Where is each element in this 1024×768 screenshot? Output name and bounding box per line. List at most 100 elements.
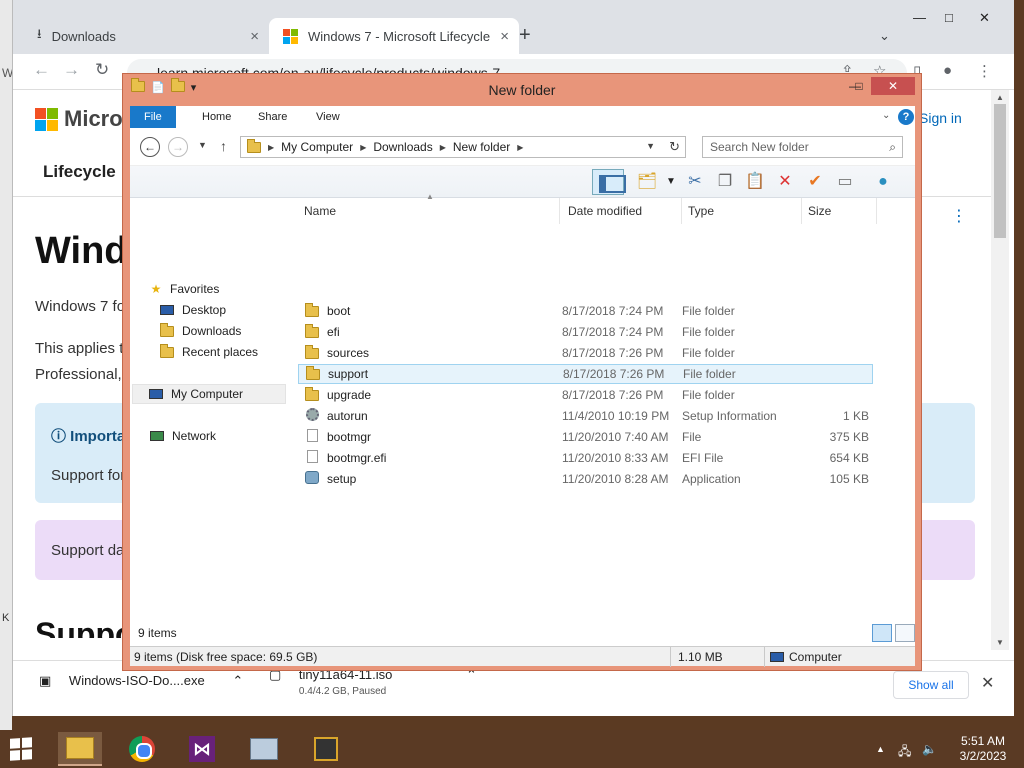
- table-row[interactable]: efi 8/17/2018 7:24 PM File folder: [298, 322, 873, 342]
- file-name: upgrade: [327, 388, 372, 402]
- tab-downloads[interactable]: ⭳ Downloads ×: [23, 18, 269, 54]
- close-download-bar-button[interactable]: ✕: [981, 673, 994, 693]
- breadcrumb-separator[interactable]: ▶: [268, 143, 274, 152]
- volume-icon[interactable]: 🔈: [922, 742, 937, 756]
- breadcrumb-separator[interactable]: ▶: [360, 143, 366, 152]
- tab-windows7[interactable]: Windows 7 - Microsoft Lifecycle ×: [269, 18, 519, 54]
- nav-item-my-computer[interactable]: My Computer: [132, 384, 286, 404]
- large-icons-view-icon[interactable]: [895, 624, 915, 642]
- chevron-up-icon[interactable]: ⌃: [232, 673, 243, 688]
- tab-file[interactable]: File: [130, 106, 176, 128]
- table-row[interactable]: bootmgr 11/20/2010 7:40 AM File 375 KB: [298, 427, 873, 447]
- table-row[interactable]: bootmgr.efi 11/20/2010 8:33 AM EFI File …: [298, 448, 873, 468]
- download-item[interactable]: ▣ Windows-ISO-Do....exe ⌃: [39, 673, 243, 689]
- address-bar[interactable]: ▶ My Computer ▶ Downloads ▶ New folder ▶…: [240, 136, 686, 158]
- maximize-button[interactable]: □: [847, 77, 871, 95]
- new-tab-button[interactable]: +: [519, 24, 531, 47]
- back-button[interactable]: ←: [33, 60, 50, 80]
- tab-home[interactable]: Home: [188, 106, 245, 128]
- scroll-thumb[interactable]: [994, 104, 1006, 238]
- column-header-size[interactable]: Size: [802, 198, 877, 224]
- tab-close-button[interactable]: ×: [500, 28, 509, 45]
- system-clock[interactable]: 5:51 AM 3/2/2023: [948, 734, 1018, 764]
- network-icon[interactable]: 🖧: [898, 742, 911, 763]
- back-button[interactable]: ←: [140, 137, 160, 157]
- delete-icon[interactable]: ✕: [772, 171, 798, 193]
- search-input[interactable]: Search New folder ⌕: [702, 136, 903, 158]
- recent-locations-icon[interactable]: ▼: [198, 140, 207, 150]
- tab-view[interactable]: View: [302, 106, 354, 128]
- up-arrow-icon[interactable]: ↑: [220, 138, 227, 154]
- table-row[interactable]: sources 8/17/2018 7:26 PM File folder: [298, 343, 873, 363]
- globe-icon[interactable]: ●: [870, 171, 896, 193]
- nav-item-recent-places[interactable]: Recent places: [160, 343, 258, 359]
- scroll-up-icon[interactable]: ▲: [996, 93, 1004, 102]
- chevron-down-icon[interactable]: ▼: [646, 141, 655, 151]
- tab-close-button[interactable]: ×: [250, 28, 259, 45]
- column-header-type[interactable]: Type: [682, 198, 802, 224]
- file-type: File folder: [682, 304, 735, 318]
- table-row[interactable]: setup 11/20/2010 8:28 AM Application 105…: [298, 469, 873, 489]
- start-button[interactable]: [10, 737, 32, 761]
- page-scrollbar[interactable]: ▲ ▼: [991, 90, 1009, 650]
- maximize-button[interactable]: □: [945, 10, 953, 25]
- more-options-icon[interactable]: ⋮: [951, 206, 967, 226]
- nav-item-favorites[interactable]: ★ Favorites: [148, 282, 220, 296]
- search-icon[interactable]: ⌕: [889, 137, 896, 157]
- column-header-date[interactable]: Date modified: [562, 198, 682, 224]
- taskbar-task-manager[interactable]: [242, 732, 286, 766]
- reload-button[interactable]: ↻: [95, 60, 109, 80]
- sign-in-link[interactable]: Sign in: [919, 110, 962, 126]
- refresh-icon[interactable]: ↻: [669, 139, 680, 155]
- file-date: 8/17/2018 7:26 PM: [562, 388, 664, 402]
- breadcrumb-new-folder[interactable]: New folder: [453, 140, 510, 154]
- breadcrumb-my-computer[interactable]: My Computer: [281, 140, 353, 154]
- downloads-folder-icon: [160, 322, 174, 337]
- cut-icon[interactable]: ✂: [682, 171, 708, 193]
- section-title[interactable]: Lifecycle: [43, 162, 116, 182]
- expand-ribbon-icon[interactable]: ⌄: [882, 110, 890, 121]
- taskbar-chrome[interactable]: [120, 732, 164, 766]
- desktop-icon: [160, 305, 174, 315]
- minimize-button[interactable]: —: [913, 10, 926, 25]
- taskbar-explorer[interactable]: [58, 732, 102, 766]
- scroll-down-icon[interactable]: ▼: [996, 638, 1004, 647]
- breadcrumb-downloads[interactable]: Downloads: [373, 140, 432, 154]
- tab-share[interactable]: Share: [244, 106, 301, 128]
- taskbar-archive-app[interactable]: [304, 732, 348, 766]
- column-header-name[interactable]: Name: [298, 198, 560, 224]
- title-bar[interactable]: 📄 ▾ New folder — □ ✕: [123, 74, 921, 104]
- rename-icon[interactable]: ▭: [832, 171, 858, 193]
- tab-strip: ⭳ Downloads × Windows 7 - Microsoft Life…: [13, 0, 1014, 54]
- copy-icon[interactable]: ❐: [712, 171, 738, 193]
- chevron-up-icon[interactable]: ▲: [876, 744, 885, 754]
- file-type: Setup Information: [682, 409, 777, 423]
- tab-search-button[interactable]: ⌄: [879, 28, 890, 44]
- close-button[interactable]: ✕: [871, 77, 915, 95]
- download-item[interactable]: ▢ tiny11a64-11.iso 0.4/4.2 GB, Paused ⌃: [269, 667, 477, 697]
- table-row[interactable]: upgrade 8/17/2018 7:26 PM File folder: [298, 385, 873, 405]
- layout-pane-icon[interactable]: [592, 169, 626, 195]
- menu-icon[interactable]: ⋮: [977, 62, 992, 80]
- folder-options-icon[interactable]: 🗂: [634, 171, 660, 193]
- paste-icon[interactable]: 📋: [742, 171, 768, 193]
- show-all-button[interactable]: Show all: [893, 671, 969, 699]
- nav-item-desktop[interactable]: Desktop: [160, 303, 226, 317]
- table-row-selected[interactable]: support 8/17/2018 7:26 PM File folder: [298, 364, 873, 384]
- table-row[interactable]: autorun 11/4/2010 10:19 PM Setup Informa…: [298, 406, 873, 426]
- details-view-icon[interactable]: [872, 624, 892, 642]
- table-row[interactable]: boot 8/17/2018 7:24 PM File folder: [298, 301, 873, 321]
- profile-icon[interactable]: ●: [943, 62, 952, 79]
- breadcrumb-separator[interactable]: ▶: [517, 143, 523, 152]
- chevron-down-icon[interactable]: ▼: [658, 171, 684, 193]
- nav-item-downloads[interactable]: Downloads: [160, 322, 241, 338]
- breadcrumb-separator[interactable]: ▶: [440, 143, 446, 152]
- checkmark-icon[interactable]: ✔: [802, 171, 828, 193]
- forward-button[interactable]: →: [168, 137, 188, 157]
- nav-label: Network: [172, 429, 217, 443]
- close-button[interactable]: ✕: [979, 10, 990, 26]
- nav-item-network[interactable]: Network: [150, 429, 216, 443]
- help-icon[interactable]: ?: [898, 109, 914, 125]
- taskbar-visual-studio[interactable]: ⋈: [180, 732, 224, 766]
- forward-button[interactable]: →: [63, 60, 80, 80]
